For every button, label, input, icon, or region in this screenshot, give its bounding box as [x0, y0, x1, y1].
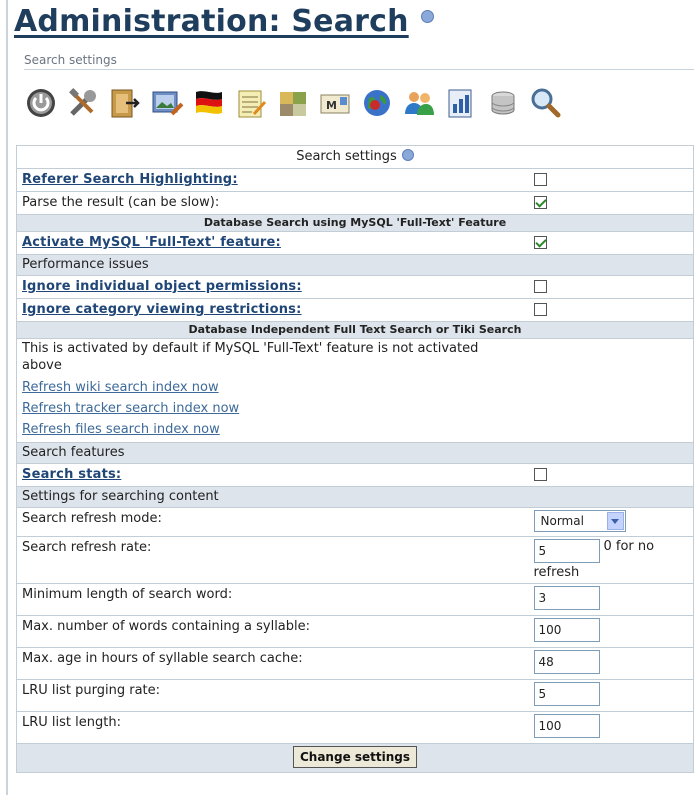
- mail-icon[interactable]: M: [316, 84, 354, 122]
- lru-list-length-label: LRU list length:: [22, 715, 121, 730]
- section-heading: Database Search using MySQL 'Full-Text' …: [15, 214, 695, 232]
- form-caption: Search settings: [296, 149, 397, 164]
- setting-row: Search stats:: [16, 463, 695, 487]
- activate-fulltext-link[interactable]: Activate MySQL 'Full-Text' feature:: [22, 235, 281, 250]
- activate-fulltext-checkbox[interactable]: [533, 236, 547, 249]
- page-header: Administration: Search: [14, 4, 689, 39]
- refresh-files-index-link[interactable]: Refresh files search index now: [22, 422, 220, 437]
- svg-text:M: M: [326, 99, 337, 112]
- tools-icon[interactable]: [64, 84, 102, 122]
- setting-row: Referer Search Highlighting:: [16, 168, 695, 192]
- min-word-length-label: Minimum length of search word:: [22, 587, 233, 602]
- search-stats-checkbox[interactable]: [533, 468, 547, 481]
- refresh-mode-label: Search refresh mode:: [22, 511, 162, 526]
- ignore-category-restrictions-link[interactable]: Ignore category viewing restrictions:: [22, 302, 302, 317]
- search-settings-form: Search settings Referer Search Highlight…: [15, 145, 695, 773]
- help-icon[interactable]: [420, 10, 434, 23]
- setting-row: Ignore category viewing restrictions:: [16, 298, 695, 322]
- section-heading: Settings for searching content: [15, 486, 695, 508]
- search-magnifier-icon[interactable]: [526, 84, 564, 122]
- refresh-rate-input[interactable]: 5: [533, 539, 600, 563]
- admin-icon-bar: M: [22, 84, 564, 124]
- document-stats-icon[interactable]: [442, 84, 480, 122]
- setting-row: Activate MySQL 'Full-Text' feature:: [16, 231, 695, 255]
- language-flag-icon[interactable]: [190, 84, 228, 122]
- min-word-length-input[interactable]: 3: [533, 586, 600, 610]
- chevron-down-icon[interactable]: [606, 512, 624, 530]
- search-features-heading: Search features: [22, 445, 125, 460]
- parse-result-checkbox[interactable]: [533, 196, 547, 209]
- page-subtitle: Search settings: [24, 53, 694, 70]
- submit-row: Change settings: [15, 743, 695, 773]
- door-login-icon[interactable]: [106, 84, 144, 122]
- setting-row: Minimum length of search word: 3: [16, 583, 695, 616]
- lru-purge-rate-input[interactable]: 5: [533, 682, 600, 706]
- setting-row: Search refresh mode: Normal: [16, 507, 695, 537]
- ignore-object-perms-checkbox[interactable]: [533, 280, 547, 293]
- setting-row: Ignore individual object permissions:: [16, 275, 695, 299]
- help-icon[interactable]: [401, 149, 414, 161]
- ignore-object-perms-link[interactable]: Ignore individual object permissions:: [22, 279, 302, 294]
- refresh-rate-label: Search refresh rate:: [22, 540, 152, 555]
- refresh-tracker-index-link[interactable]: Refresh tracker search index now: [22, 401, 239, 416]
- performance-heading: Performance issues: [22, 257, 149, 272]
- searching-content-heading: Settings for searching content: [22, 489, 219, 504]
- section-heading: Database Independent Full Text Search or…: [15, 321, 695, 339]
- search-stats-link[interactable]: Search stats:: [22, 467, 121, 482]
- globe-icon[interactable]: [358, 84, 396, 122]
- max-age-cache-label: Max. age in hours of syllable search cac…: [22, 651, 303, 666]
- setting-row: LRU list length: 100: [16, 711, 695, 744]
- lru-list-length-input[interactable]: 100: [533, 714, 600, 738]
- setting-row: Max. age in hours of syllable search cac…: [16, 647, 695, 680]
- setting-row: Max. number of words containing a syllab…: [16, 615, 695, 648]
- stacked-disks-icon[interactable]: [484, 84, 522, 122]
- form-caption-row: Search settings: [15, 145, 695, 169]
- refresh-mode-select[interactable]: Normal: [533, 510, 626, 532]
- independent-search-heading: Database Independent Full Text Search or…: [188, 323, 522, 336]
- parse-result-label: Parse the result (can be slow):: [22, 195, 220, 210]
- independent-search-row: This is activated by default if MySQL 'F…: [16, 338, 695, 443]
- page-title[interactable]: Administration: Search: [14, 4, 409, 39]
- max-age-cache-input[interactable]: 48: [533, 650, 600, 674]
- users-icon[interactable]: [400, 84, 438, 122]
- setting-row: Parse the result (can be slow):: [16, 191, 695, 215]
- change-settings-button[interactable]: Change settings: [292, 746, 418, 768]
- refresh-mode-value: Normal: [540, 514, 584, 528]
- section-heading: Search features: [15, 442, 695, 464]
- independent-search-note: This is activated by default if MySQL 'F…: [22, 341, 479, 373]
- referer-highlighting-link[interactable]: Referer Search Highlighting:: [22, 172, 238, 187]
- power-icon[interactable]: [22, 84, 60, 122]
- map-puzzle-icon[interactable]: [274, 84, 312, 122]
- image-edit-icon[interactable]: [148, 84, 186, 122]
- referer-highlighting-checkbox[interactable]: [533, 173, 547, 186]
- max-words-syllable-input[interactable]: 100: [533, 618, 600, 642]
- ignore-category-restrictions-checkbox[interactable]: [533, 303, 547, 316]
- notepad-icon[interactable]: [232, 84, 270, 122]
- setting-row: Search refresh rate: 50 for no refresh: [16, 536, 695, 584]
- max-words-syllable-label: Max. number of words containing a syllab…: [22, 619, 311, 634]
- lru-purge-rate-label: LRU list purging rate:: [22, 683, 161, 698]
- mysql-fulltext-heading: Database Search using MySQL 'Full-Text' …: [203, 216, 507, 229]
- setting-row: LRU list purging rate: 5: [16, 679, 695, 712]
- refresh-wiki-index-link[interactable]: Refresh wiki search index now: [22, 380, 219, 395]
- section-heading: Performance issues: [15, 254, 695, 276]
